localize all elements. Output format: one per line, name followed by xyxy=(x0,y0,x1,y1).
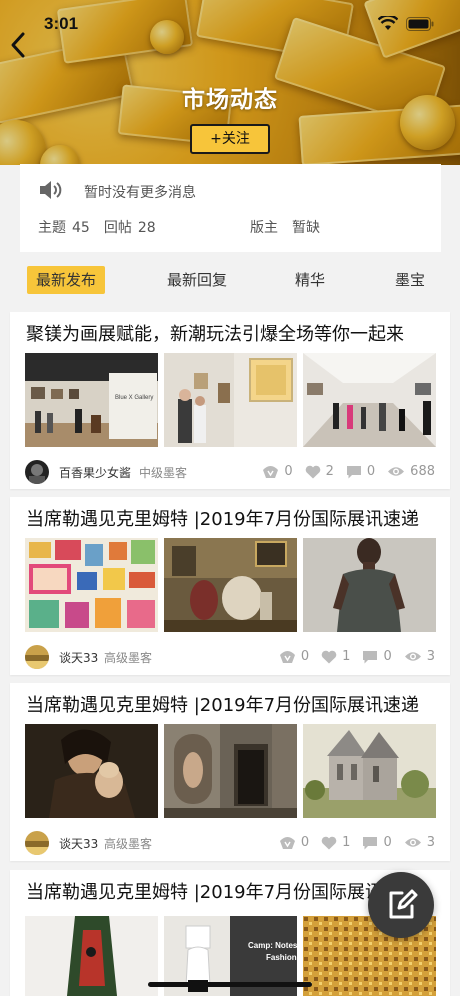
post-images xyxy=(25,724,436,818)
post-image[interactable] xyxy=(303,724,436,818)
gallery-sign: Blue X Gallery xyxy=(115,395,153,401)
moderator-value: 暂缺 xyxy=(292,220,320,236)
compose-button[interactable] xyxy=(368,872,434,938)
post-stats: 0 1 0 3 xyxy=(267,649,435,664)
tab-featured[interactable]: 精华 xyxy=(285,266,335,294)
avatar[interactable] xyxy=(25,460,49,484)
post-stats: 0 2 0 688 xyxy=(250,464,435,479)
home-indicator xyxy=(148,982,312,987)
post-image[interactable] xyxy=(164,538,297,632)
like-count: 1 xyxy=(342,835,351,850)
forum-info-card: 暂时没有更多消息 主题 45 回帖 28 版主 暂缺 xyxy=(20,164,441,252)
comment-icon xyxy=(346,465,361,478)
page-title: 市场动态 xyxy=(182,87,278,113)
comment-count: 0 xyxy=(383,835,392,850)
post-meta: 百香果少女酱 中级墨客 0 2 0 688 xyxy=(25,460,435,484)
author-name[interactable]: 谈天33 xyxy=(59,835,98,852)
post-card[interactable]: 聚镁为画展赋能，新潮玩法引爆全场等你一起来 Blue X Gallery 百香果… xyxy=(10,312,450,489)
view-count: 3 xyxy=(426,835,435,850)
comment-count: 0 xyxy=(383,649,392,664)
speaker-icon xyxy=(40,181,62,199)
tab-calligraphy[interactable]: 墨宝 xyxy=(385,266,435,294)
gift-icon xyxy=(263,465,279,478)
post-image[interactable] xyxy=(25,538,158,632)
author-name[interactable]: 谈天33 xyxy=(59,649,98,666)
post-card[interactable]: 当席勒遇见克里姆特 |2019年7月份国际展讯速递 谈天33 高级墨客 0 1 … xyxy=(10,683,450,861)
view-count: 688 xyxy=(410,464,435,479)
moderator-info: 版主 暂缺 xyxy=(250,217,320,237)
post-image[interactable] xyxy=(303,538,436,632)
post-image[interactable] xyxy=(25,724,158,818)
author-rank: 高级墨客 xyxy=(104,837,153,851)
comment-icon xyxy=(363,836,378,849)
topics-count: 45 xyxy=(72,220,90,236)
post-image[interactable] xyxy=(164,724,297,818)
book-title-line1: Camp: Notes xyxy=(248,941,297,950)
forum-stats: 主题 45 回帖 28 xyxy=(38,217,162,237)
gift-count: 0 xyxy=(300,649,310,664)
gift-count: 0 xyxy=(300,835,310,850)
post-card[interactable]: 当席勒遇见克里姆特 |2019年7月份国际展讯速递 谈天33 高级墨客 0 1 … xyxy=(10,497,450,675)
gift-count: 0 xyxy=(284,464,293,479)
post-title[interactable]: 聚镁为画展赋能，新潮玩法引爆全场等你一起来 xyxy=(26,320,436,346)
status-time: 3:01 xyxy=(44,14,79,33)
notice-text: 暂时没有更多消息 xyxy=(84,185,196,201)
eye-icon xyxy=(404,838,421,847)
eye-icon xyxy=(388,467,405,476)
post-images: Blue X Gallery xyxy=(25,353,436,447)
topics-label: 主题 xyxy=(38,220,66,236)
follow-button[interactable]: +关注 xyxy=(190,124,270,154)
status-bar: 3:01 xyxy=(0,0,460,48)
eye-icon xyxy=(404,652,421,661)
author-rank: 高级墨客 xyxy=(104,651,153,665)
post-images xyxy=(25,538,436,632)
comment-count: 0 xyxy=(366,464,376,479)
like-count: 2 xyxy=(325,464,334,479)
post-title[interactable]: 当席勒遇见克里姆特 |2019年7月份国际展讯速递 xyxy=(26,691,436,717)
avatar[interactable] xyxy=(25,645,49,669)
post-meta: 谈天33 高级墨客 0 1 0 3 xyxy=(25,645,435,669)
post-image[interactable] xyxy=(164,353,297,447)
comment-icon xyxy=(363,650,378,663)
chevron-left-icon xyxy=(11,32,25,58)
avatar[interactable] xyxy=(25,831,49,855)
moderator-label: 版主 xyxy=(250,220,278,236)
book-title-line2: Fashion xyxy=(266,953,297,962)
like-icon xyxy=(321,836,337,849)
author-name[interactable]: 百香果少女酱 xyxy=(59,464,131,481)
post-image[interactable] xyxy=(303,353,436,447)
gift-icon xyxy=(279,650,295,663)
like-icon xyxy=(305,465,320,478)
post-image[interactable]: Blue X Gallery xyxy=(25,353,158,447)
battery-icon xyxy=(406,16,434,31)
like-icon xyxy=(321,650,337,663)
post-meta: 谈天33 高级墨客 0 1 0 3 xyxy=(25,831,435,855)
author-rank: 中级墨客 xyxy=(139,466,188,480)
replies-label: 回帖 xyxy=(103,220,132,236)
like-count: 1 xyxy=(342,649,351,664)
view-count: 3 xyxy=(426,649,435,664)
post-stats: 0 1 0 3 xyxy=(267,835,435,850)
back-button[interactable] xyxy=(8,30,32,60)
tab-latest-posts[interactable]: 最新发布 xyxy=(27,266,105,294)
tab-latest-replies[interactable]: 最新回复 xyxy=(158,266,236,294)
wifi-icon xyxy=(378,16,398,30)
tab-bar: 最新发布 最新回复 精华 墨宝 xyxy=(0,262,460,298)
edit-icon xyxy=(389,889,418,919)
replies-count: 28 xyxy=(137,220,156,236)
post-image[interactable] xyxy=(25,916,158,996)
gift-icon xyxy=(279,836,295,849)
post-title[interactable]: 当席勒遇见克里姆特 |2019年7月份国际展讯速递 xyxy=(26,505,436,531)
